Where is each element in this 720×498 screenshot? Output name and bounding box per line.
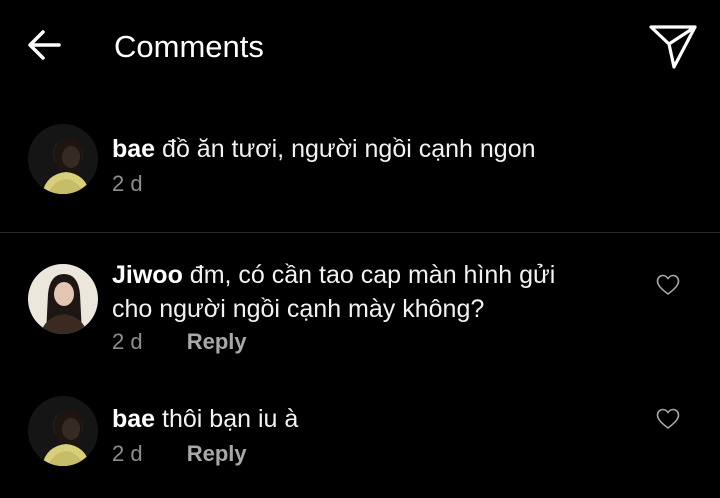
comment-username[interactable]: Jiwoo xyxy=(112,261,183,289)
comment-time: 2 d xyxy=(112,441,143,466)
avatar-photo-icon xyxy=(28,124,98,194)
avatar[interactable] xyxy=(28,396,98,466)
comment-text-block: Jiwoo đm, có cần tao cap màn hình gửi ch… xyxy=(112,258,622,326)
avatar-photo-icon xyxy=(28,396,98,466)
comment-meta: 2 d Reply xyxy=(112,328,247,356)
page-title: Comments xyxy=(114,29,264,64)
comment-meta: 2 d Reply xyxy=(112,440,247,468)
avatar[interactable] xyxy=(28,264,98,334)
avatar[interactable] xyxy=(28,124,98,194)
comment-text-line1: đm, có cần tao cap màn hình gửi xyxy=(189,261,556,289)
caption-meta: 2 d xyxy=(112,170,143,198)
heart-outline-icon[interactable] xyxy=(656,274,680,296)
header: Comments xyxy=(0,0,720,95)
caption-text: đồ ăn tươi, người ngồi cạnh ngon xyxy=(162,135,536,163)
avatar-photo-icon xyxy=(28,264,98,334)
caption-username[interactable]: bae xyxy=(112,135,155,163)
heart-outline-icon[interactable] xyxy=(656,408,680,430)
comment-item: bae thôi bạn iu à 2 d Reply xyxy=(0,396,720,486)
comment-text-line2: cho người ngồi cạnh mày không? xyxy=(112,295,485,323)
caption-time: 2 d xyxy=(112,171,143,196)
comment-text-line1: thôi bạn iu à xyxy=(162,405,299,433)
caption-text-block: bae đồ ăn tươi, người ngồi cạnh ngon xyxy=(112,132,622,166)
reply-button[interactable]: Reply xyxy=(187,329,247,354)
paper-plane-icon[interactable] xyxy=(647,22,699,70)
comment-text-block: bae thôi bạn iu à xyxy=(112,402,622,436)
caption: bae đồ ăn tươi, người ngồi cạnh ngon 2 d xyxy=(0,120,720,232)
comment-time: 2 d xyxy=(112,329,143,354)
arrow-left-icon[interactable] xyxy=(27,29,61,61)
divider xyxy=(0,232,720,233)
reply-button[interactable]: Reply xyxy=(187,441,247,466)
comment-username[interactable]: bae xyxy=(112,405,155,433)
comment-item: Jiwoo đm, có cần tao cap màn hình gửi ch… xyxy=(0,258,720,368)
